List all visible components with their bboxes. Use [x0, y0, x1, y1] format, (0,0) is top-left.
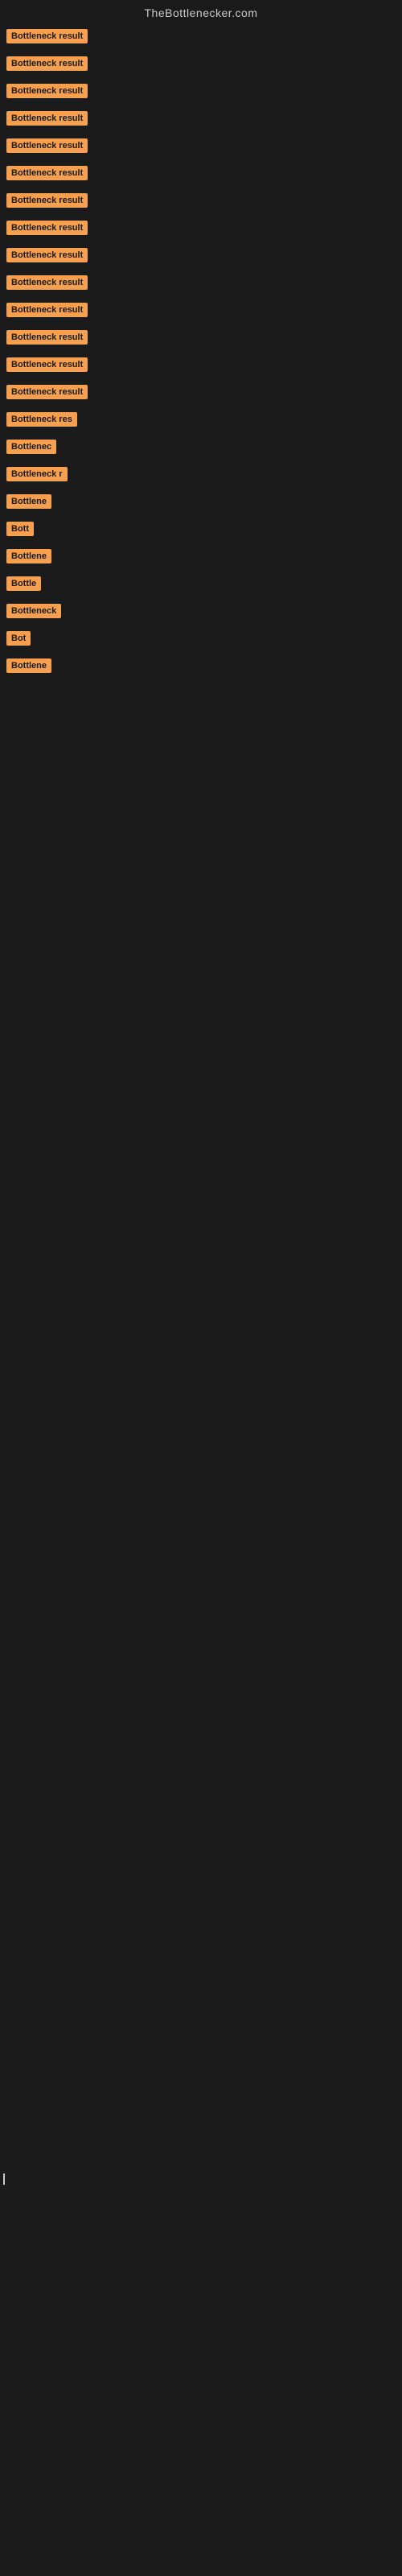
- bottleneck-result-badge[interactable]: Bottleneck res: [6, 412, 77, 427]
- bottleneck-row: Bottlene: [0, 488, 402, 515]
- bottleneck-result-badge[interactable]: Bot: [6, 631, 31, 646]
- bottleneck-row: Bottleneck r: [0, 460, 402, 488]
- bottleneck-row: Bottleneck result: [0, 351, 402, 378]
- items-container: Bottleneck result Bottleneck result Bottle…: [0, 23, 402, 679]
- bottleneck-result-badge[interactable]: Bottleneck result: [6, 138, 88, 153]
- bottleneck-row: Bottleneck result: [0, 105, 402, 132]
- bottleneck-result-badge[interactable]: Bottleneck result: [6, 29, 88, 43]
- bottleneck-row: Bottleneck result: [0, 50, 402, 77]
- bottleneck-row: Bottleneck result: [0, 214, 402, 242]
- bottleneck-result-badge[interactable]: Bottlene: [6, 549, 51, 564]
- bottleneck-result-badge[interactable]: Bottle: [6, 576, 41, 591]
- bottleneck-row: Bottleneck result: [0, 187, 402, 214]
- bottleneck-row: Bottleneck result: [0, 23, 402, 50]
- bottleneck-row: Bottlenec: [0, 433, 402, 460]
- bottleneck-result-badge[interactable]: Bott: [6, 522, 34, 536]
- bottleneck-result-badge[interactable]: Bottleneck result: [6, 56, 88, 71]
- bottleneck-row: Bottleneck result: [0, 269, 402, 296]
- bottleneck-row: Bottleneck: [0, 597, 402, 625]
- site-title: TheBottlenecker.com: [0, 0, 402, 23]
- bottleneck-row: Bottlene: [0, 543, 402, 570]
- bottleneck-result-badge[interactable]: Bottleneck result: [6, 385, 88, 399]
- bottleneck-row: Bottleneck result: [0, 132, 402, 159]
- bottleneck-result-badge[interactable]: Bottleneck result: [6, 221, 88, 235]
- bottleneck-result-badge[interactable]: Bottlene: [6, 494, 51, 509]
- bottleneck-result-badge[interactable]: Bottleneck result: [6, 193, 88, 208]
- bottleneck-row: Bottlene: [0, 652, 402, 679]
- bottleneck-result-badge[interactable]: Bottleneck result: [6, 275, 88, 290]
- bottleneck-result-badge[interactable]: Bottleneck r: [6, 467, 68, 481]
- cursor-indicator: [3, 2174, 5, 2185]
- bottleneck-result-badge[interactable]: Bottleneck result: [6, 84, 88, 98]
- bottleneck-result-badge[interactable]: Bottleneck result: [6, 248, 88, 262]
- bottleneck-row: Bottleneck result: [0, 378, 402, 406]
- bottleneck-result-badge[interactable]: Bottleneck result: [6, 111, 88, 126]
- bottleneck-row: Bottle: [0, 570, 402, 597]
- bottleneck-result-badge[interactable]: Bottleneck result: [6, 330, 88, 345]
- bottleneck-row: Bottleneck res: [0, 406, 402, 433]
- bottleneck-row: Bot: [0, 625, 402, 652]
- bottleneck-row: Bottleneck result: [0, 242, 402, 269]
- bottleneck-result-badge[interactable]: Bottleneck: [6, 604, 61, 618]
- bottleneck-result-badge[interactable]: Bottlenec: [6, 440, 56, 454]
- bottleneck-result-badge[interactable]: Bottlene: [6, 658, 51, 673]
- bottleneck-result-badge[interactable]: Bottleneck result: [6, 357, 88, 372]
- bottleneck-row: Bottleneck result: [0, 159, 402, 187]
- bottleneck-result-badge[interactable]: Bottleneck result: [6, 166, 88, 180]
- bottleneck-row: Bott: [0, 515, 402, 543]
- bottleneck-row: Bottleneck result: [0, 296, 402, 324]
- bottleneck-row: Bottleneck result: [0, 324, 402, 351]
- bottleneck-result-badge[interactable]: Bottleneck result: [6, 303, 88, 317]
- bottleneck-row: Bottleneck result: [0, 77, 402, 105]
